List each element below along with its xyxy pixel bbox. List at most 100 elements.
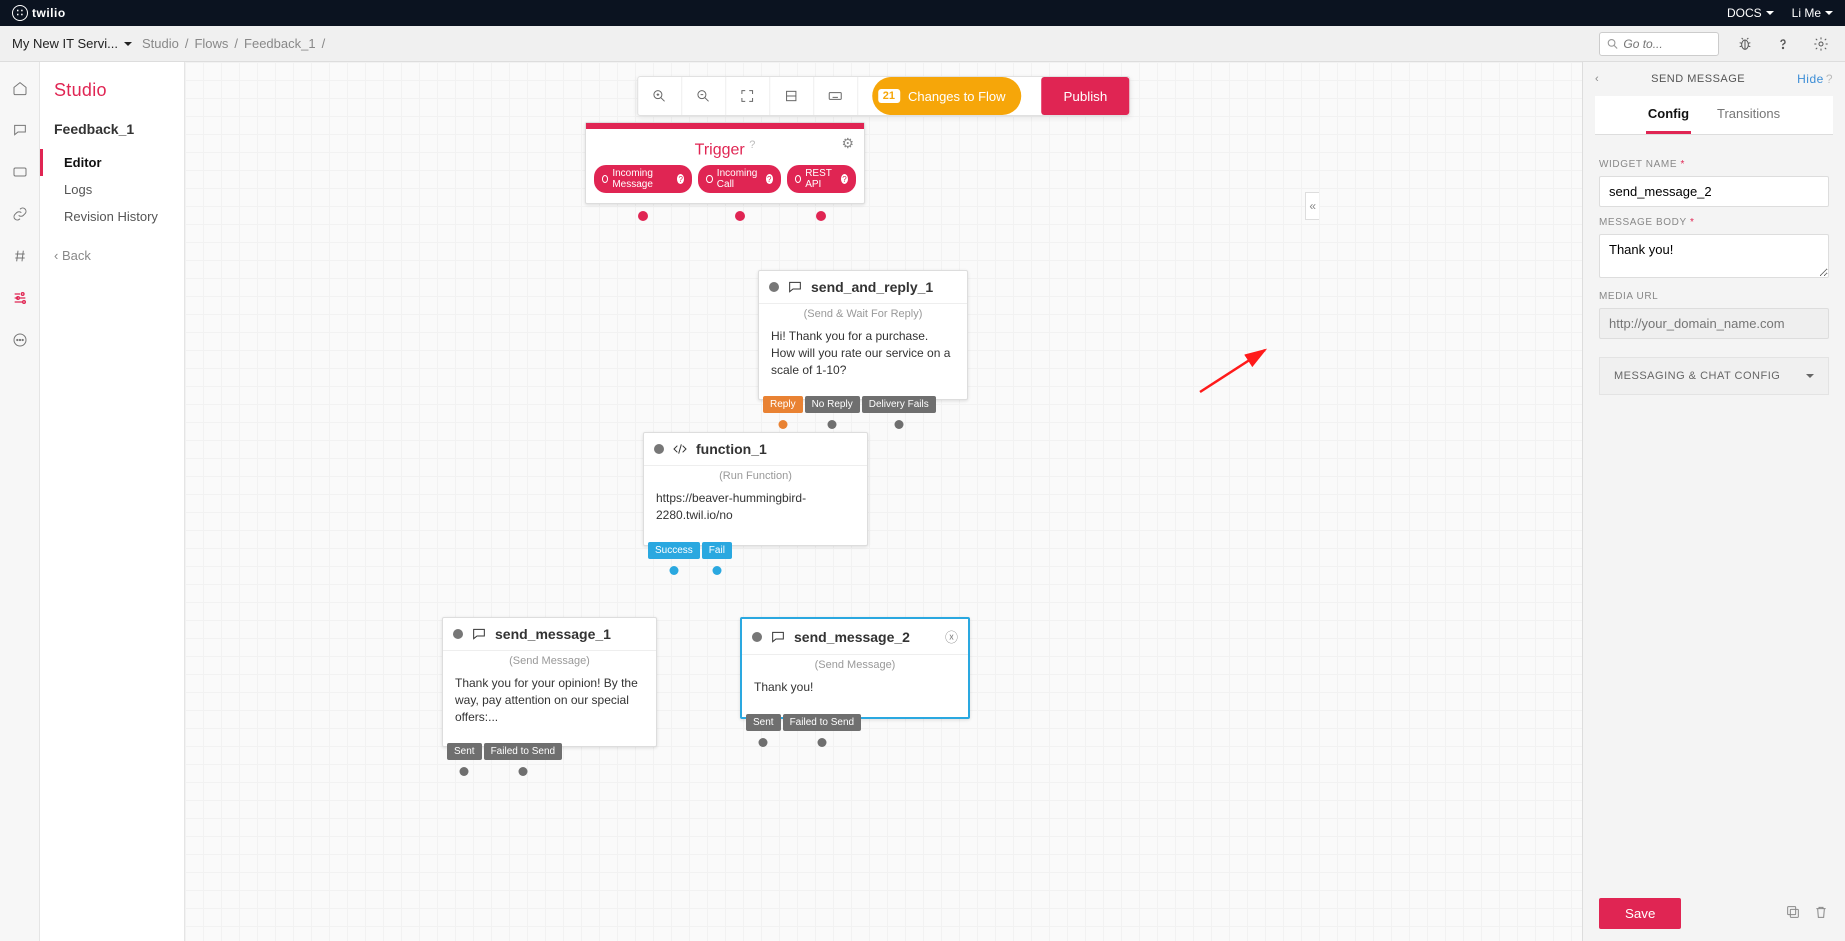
chat-icon	[787, 279, 803, 295]
canvas-toolbar: 21 Changes to Flow Publish	[637, 76, 1131, 116]
zoom-out-icon[interactable]	[682, 77, 726, 115]
panel-tabs: Config Transitions	[1595, 96, 1833, 135]
pill-failed[interactable]: Failed to Send	[783, 714, 862, 731]
tab-transitions[interactable]: Transitions	[1715, 96, 1782, 134]
breadcrumb-studio[interactable]: Studio	[142, 36, 179, 51]
user-menu[interactable]: Li Me	[1792, 6, 1833, 20]
changes-count: 21	[878, 89, 900, 103]
panel-hide[interactable]: Hide?	[1797, 72, 1833, 86]
breadcrumb-flows[interactable]: Flows	[194, 36, 228, 51]
trigger-node[interactable]: Trigger ? ⚙ Incoming Message? Incoming C…	[585, 122, 865, 204]
close-icon[interactable]: ⓧ	[945, 627, 958, 646]
collapse-panel-icon[interactable]: «	[1305, 192, 1319, 220]
connection-lines	[185, 62, 485, 212]
nav-revision[interactable]: Revision History	[54, 203, 184, 230]
code-icon	[672, 441, 688, 457]
rail-link-icon[interactable]	[8, 202, 32, 226]
label-media-url: MEDIA URL	[1599, 291, 1829, 302]
message-body-input[interactable]	[1599, 234, 1829, 278]
node-subtitle: (Send & Wait For Reply)	[759, 304, 967, 328]
chevron-down-icon	[124, 42, 132, 46]
help-icon[interactable]	[1771, 32, 1795, 56]
label-message-body: MESSAGE BODY *	[1599, 217, 1829, 228]
trigger-chip-incoming-call[interactable]: Incoming Call?	[698, 165, 781, 193]
pill-delivery-fails[interactable]: Delivery Fails	[862, 396, 936, 413]
node-subtitle: (Run Function)	[644, 466, 867, 490]
media-url-input[interactable]	[1599, 308, 1829, 339]
widget-name-input[interactable]	[1599, 176, 1829, 207]
brand-logo[interactable]: ∷ twilio	[12, 5, 66, 21]
pill-sent[interactable]: Sent	[447, 743, 482, 760]
app-switcher[interactable]: My New IT Servi...	[12, 36, 132, 51]
copy-icon[interactable]	[1785, 904, 1801, 923]
input-port[interactable]	[769, 282, 779, 292]
panel-title: SEND MESSAGE	[1599, 73, 1797, 85]
fit-screen-icon[interactable]	[726, 77, 770, 115]
trash-icon[interactable]	[1813, 904, 1829, 923]
input-port[interactable]	[453, 629, 463, 639]
chevron-down-icon	[1806, 374, 1814, 378]
trigger-chip-rest-api[interactable]: REST API?	[787, 165, 856, 193]
brand-text: twilio	[32, 6, 66, 20]
rail-chat-icon[interactable]	[8, 118, 32, 142]
input-port[interactable]	[654, 444, 664, 454]
nav-editor[interactable]: Editor	[40, 149, 184, 176]
pill-failed[interactable]: Failed to Send	[484, 743, 563, 760]
breadcrumb-bar: My New IT Servi... Studio/ Flows/ Feedba…	[0, 26, 1845, 62]
flow-name: Feedback_1	[54, 121, 184, 137]
changes-pill[interactable]: 21 Changes to Flow	[872, 77, 1022, 115]
save-button[interactable]: Save	[1599, 898, 1681, 929]
node-body: Thank you for your opinion! By the way, …	[443, 675, 656, 735]
publish-button[interactable]: Publish	[1042, 77, 1130, 115]
node-body: https://beaver-hummingbird-2280.twil.io/…	[644, 490, 867, 534]
node-subtitle: (Send Message)	[742, 655, 968, 679]
tab-config[interactable]: Config	[1646, 96, 1691, 134]
pill-success[interactable]: Success	[648, 542, 700, 559]
chevron-down-icon	[1766, 11, 1774, 15]
rail-message-icon[interactable]	[8, 160, 32, 184]
pill-fail[interactable]: Fail	[702, 542, 732, 559]
changes-label: Changes to Flow	[908, 89, 1006, 104]
pill-reply[interactable]: Reply	[763, 396, 803, 413]
rail-home-icon[interactable]	[8, 76, 32, 100]
debug-icon[interactable]	[1733, 32, 1757, 56]
search-input[interactable]	[1623, 37, 1712, 51]
global-header: ∷ twilio DOCS Li Me	[0, 0, 1845, 26]
node-subtitle: (Send Message)	[443, 651, 656, 675]
flow-canvas[interactable]: 21 Changes to Flow Publish	[185, 62, 1582, 941]
node-title: send_and_reply_1	[811, 279, 957, 295]
zoom-in-icon[interactable]	[638, 77, 682, 115]
node-function[interactable]: function_1 (Run Function) https://beaver…	[643, 432, 868, 546]
pill-no-reply[interactable]: No Reply	[805, 396, 860, 413]
input-port[interactable]	[752, 632, 762, 642]
rail-hash-icon[interactable]	[8, 244, 32, 268]
nav-logs[interactable]: Logs	[54, 176, 184, 203]
rail-flow-icon[interactable]	[8, 286, 32, 310]
rail-more-icon[interactable]	[8, 328, 32, 352]
help-icon[interactable]: ?	[749, 139, 755, 151]
gear-icon[interactable]: ⚙	[841, 135, 854, 152]
global-search[interactable]	[1599, 32, 1719, 56]
keyboard-icon[interactable]	[814, 77, 858, 115]
search-icon	[1606, 36, 1619, 52]
node-send-and-reply[interactable]: send_and_reply_1 (Send & Wait For Reply)…	[758, 270, 968, 400]
docs-link[interactable]: DOCS	[1727, 6, 1774, 20]
panel-heading: Studio	[54, 80, 184, 101]
node-title: function_1	[696, 441, 857, 457]
breadcrumb: Studio/ Flows/ Feedback_1/	[142, 36, 325, 51]
pill-sent[interactable]: Sent	[746, 714, 781, 731]
node-send-message-1[interactable]: send_message_1 (Send Message) Thank you …	[442, 617, 657, 747]
config-panel: ‹ SEND MESSAGE Hide? Config Transitions …	[1582, 62, 1845, 941]
back-link[interactable]: ‹ Back	[54, 248, 184, 263]
chevron-down-icon	[1825, 11, 1833, 15]
settings-icon[interactable]	[1809, 32, 1833, 56]
annotation-arrow	[1195, 342, 1275, 402]
grid-toggle-icon[interactable]	[770, 77, 814, 115]
nav-rail	[0, 62, 40, 941]
breadcrumb-flow[interactable]: Feedback_1	[244, 36, 316, 51]
accordion-messaging-config[interactable]: MESSAGING & CHAT CONFIG	[1599, 357, 1829, 395]
node-send-message-2[interactable]: send_message_2 ⓧ (Send Message) Thank yo…	[740, 617, 970, 719]
side-panel: Studio Feedback_1 Editor Logs Revision H…	[40, 62, 185, 941]
label-widget-name: WIDGET NAME *	[1599, 159, 1829, 170]
trigger-chip-incoming-message[interactable]: Incoming Message?	[594, 165, 692, 193]
